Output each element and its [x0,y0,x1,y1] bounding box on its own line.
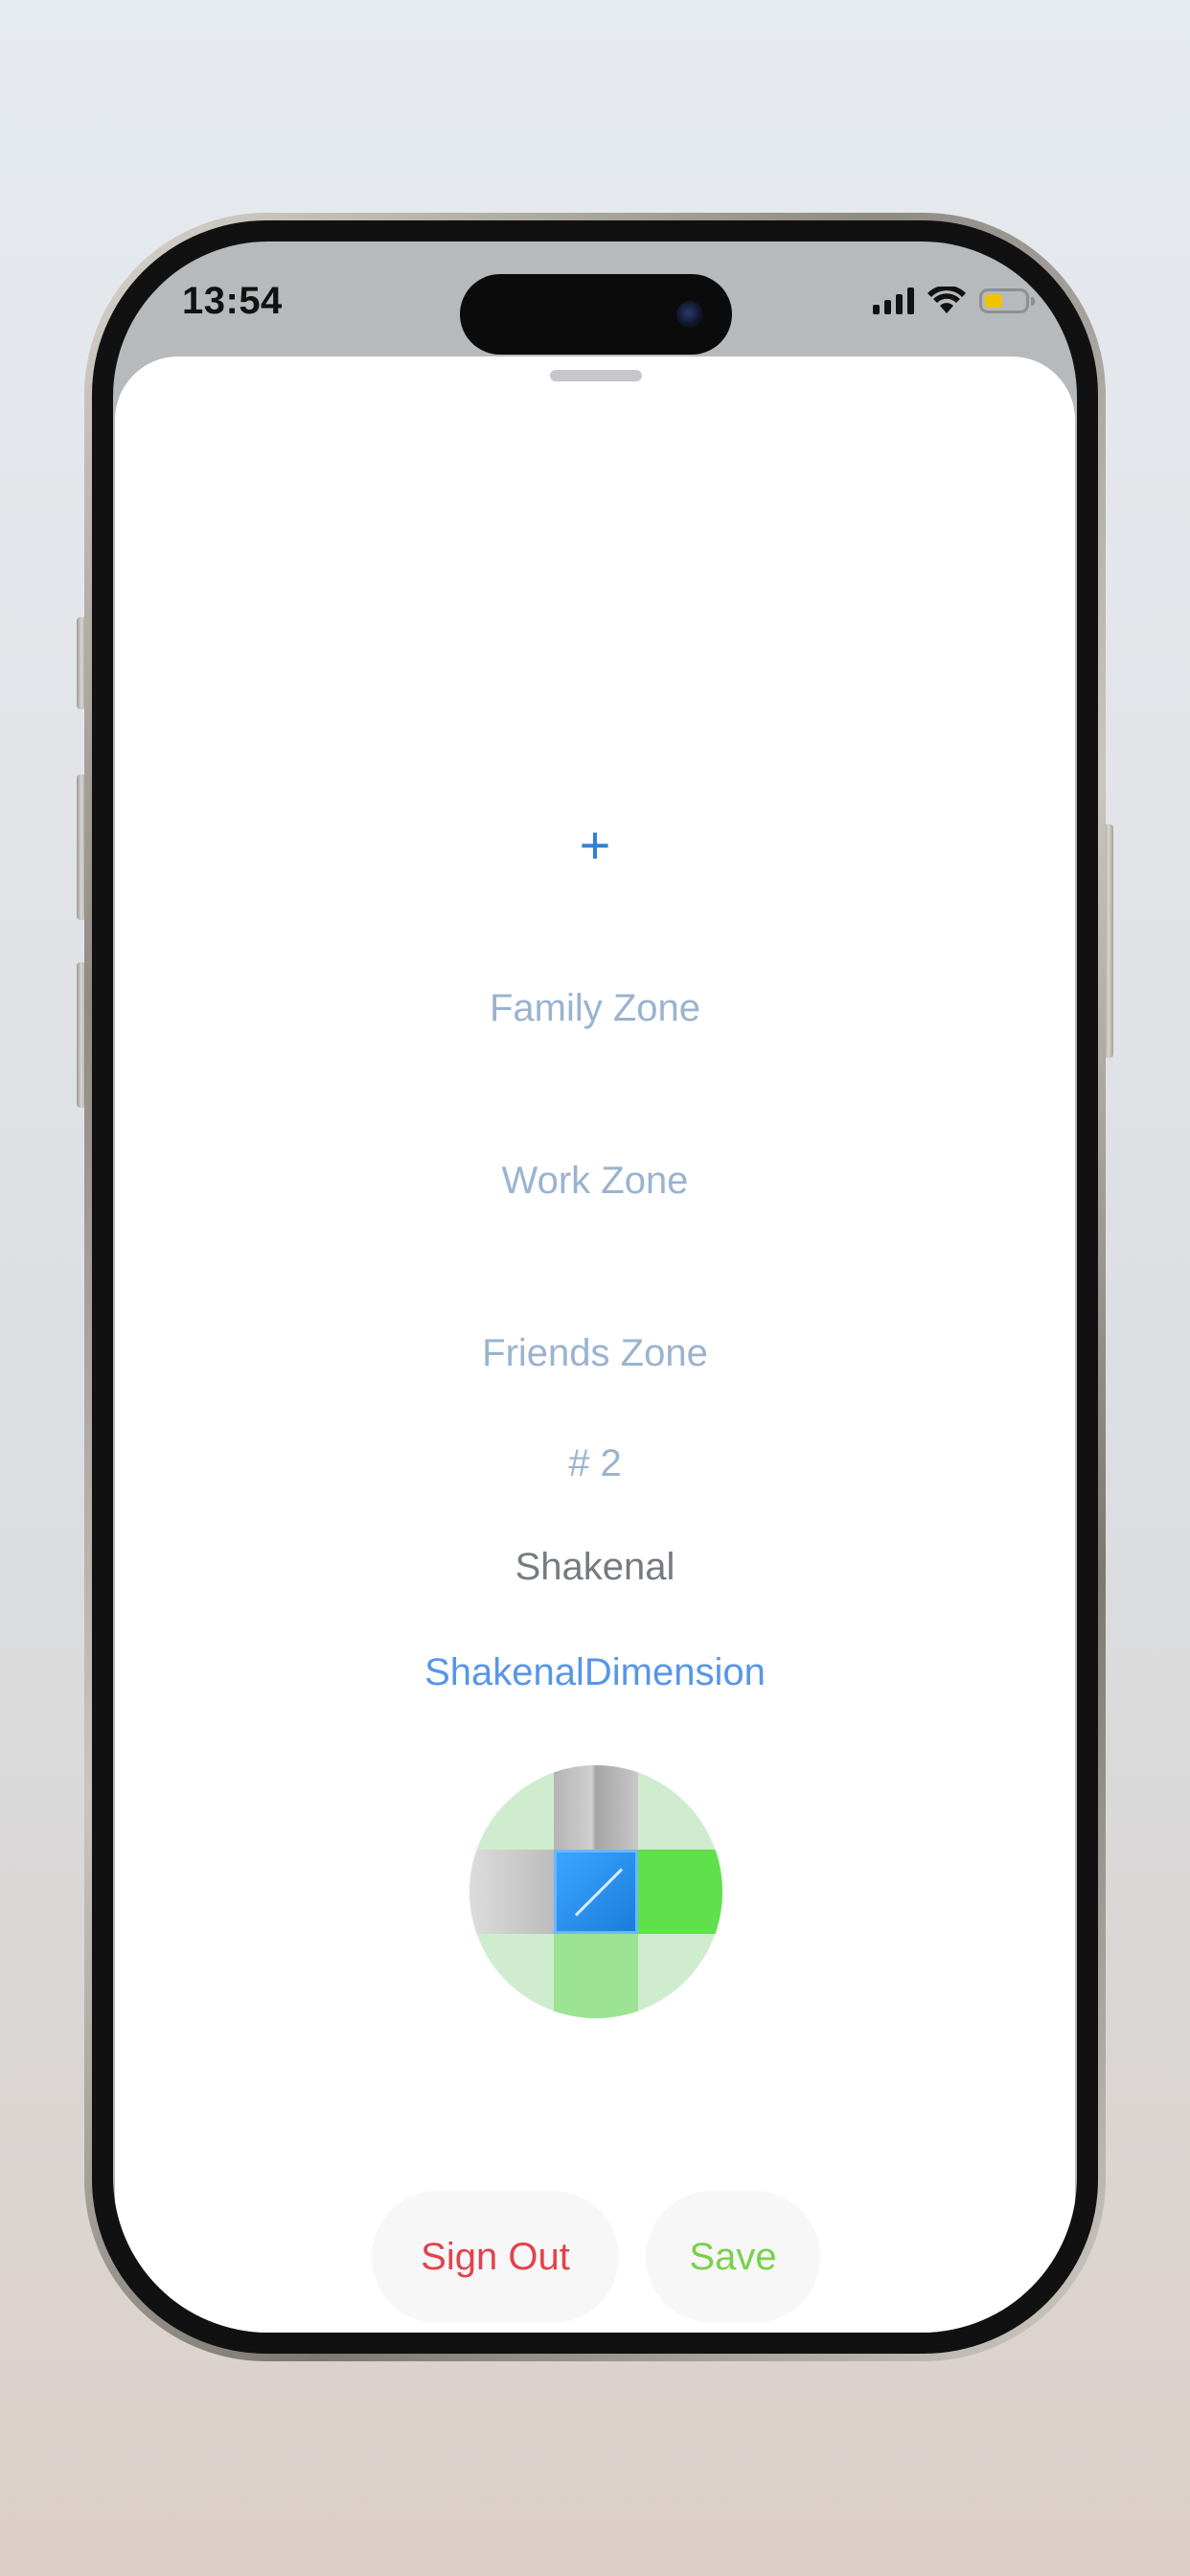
status-time: 13:54 [182,280,283,322]
add-zone-button[interactable]: + [115,816,1075,874]
dpad-center-cell[interactable] [554,1850,638,1934]
battery-cap [1031,297,1035,306]
dpad-right-cell[interactable] [638,1850,722,1934]
dimension-link[interactable]: ShakenalDimension [115,1651,1075,1694]
status-bar: 13:54 [113,242,1077,356]
wifi-icon [927,287,966,313]
dpad-top-cell[interactable] [554,1765,638,1850]
dimension-dpad-icon[interactable] [469,1765,722,2018]
battery-fill [985,294,1002,308]
dpad-left-cell[interactable] [469,1850,554,1934]
status-icons [873,284,1035,318]
bottom-sheet: + Family Zone Work Zone Friends Zone # 2… [115,356,1075,2333]
diagonal-slash-icon [574,1868,624,1917]
username-label: Shakenal [515,1546,675,1588]
battery-icon [979,288,1035,313]
save-button[interactable]: Save [646,2191,820,2323]
number-label: # 2 [568,1442,622,1484]
sign-out-button[interactable]: Sign Out [372,2191,619,2323]
zone-family[interactable]: Family Zone [115,987,1075,1030]
sheet-grabber[interactable] [550,370,642,381]
zone-work[interactable]: Work Zone [115,1160,1075,1203]
phone-screen: 13:54 + Family Zone Work Zone Friends Zo… [113,242,1077,2333]
dynamic-island [460,274,732,355]
cellular-signal-icon [873,288,914,314]
dpad-bottom-cell[interactable] [554,1934,638,2018]
front-camera-icon [676,301,703,328]
zone-friends[interactable]: Friends Zone [115,1332,1075,1375]
